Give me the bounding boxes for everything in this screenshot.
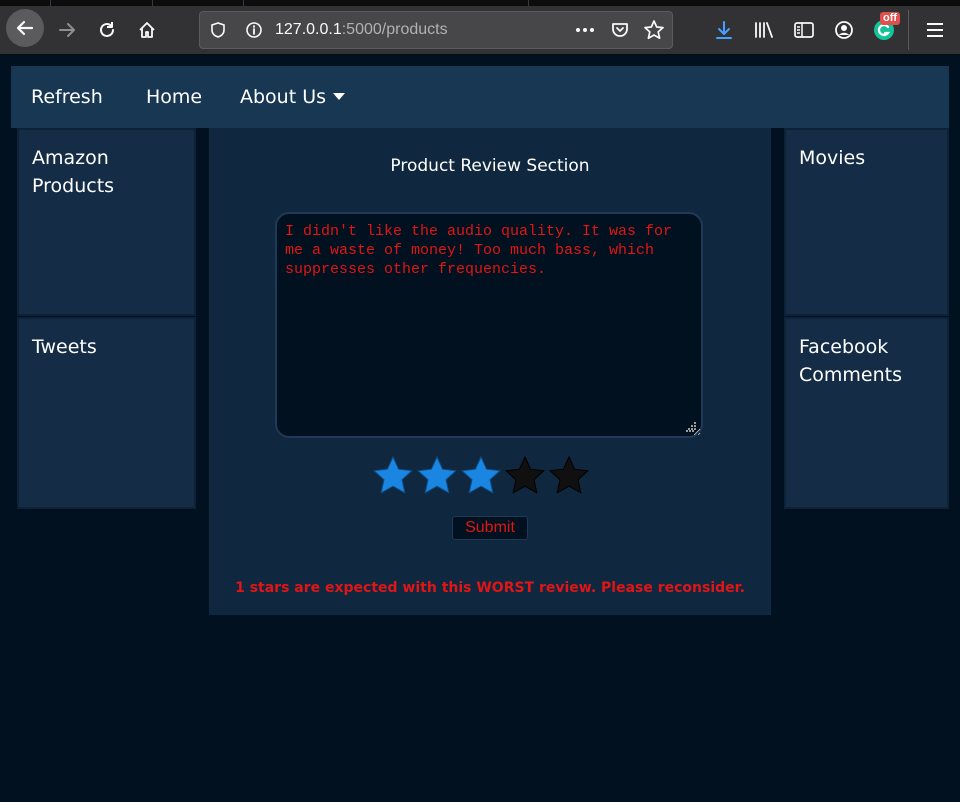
star-rating[interactable] [371,454,591,498]
url-bar[interactable]: 127.0.0.1:5000/products [199,11,673,49]
account-button[interactable] [832,18,856,42]
home-icon [139,22,155,38]
star-icon-2[interactable] [415,454,459,498]
account-icon [835,21,853,39]
info-icon [246,22,262,38]
download-icon [716,21,732,39]
side-title-tweets: Tweets [32,336,97,358]
side-panel-facebook[interactable]: Facebook Comments [784,317,949,509]
rating-warning: 1 stars are expected with this WORST rev… [235,580,745,596]
star-icon-5[interactable] [547,454,591,498]
star-icon[interactable] [643,19,665,41]
side-panel-amazon[interactable]: Amazon Products [17,128,196,316]
forward-arrow-icon [59,23,75,37]
caret-down-icon [333,93,346,100]
menu-icon [927,23,943,37]
url-host: 127.0.0.1 [275,21,342,38]
url-text[interactable]: 127.0.0.1:5000/products [275,21,448,39]
star-icon-4[interactable] [503,454,547,498]
more-icon[interactable] [574,21,596,39]
reload-icon [100,22,114,37]
back-button[interactable] [6,9,44,47]
review-textarea[interactable]: I didn't like the audio quality. It was … [275,212,703,438]
review-title: Product Review Section [390,156,590,176]
sidebar-icon [794,22,814,38]
home-button[interactable] [135,18,159,42]
side-title-movies: Movies [799,147,866,169]
resize-grip-icon[interactable] [686,422,696,432]
review-section: Product Review Section I didn't like the… [209,128,771,615]
menu-button[interactable] [923,18,947,42]
top-navbar: Refresh Home About Us [11,66,949,128]
page-viewport: Refresh Home About Us Amazon Products Tw… [0,55,960,802]
side-panel-movies[interactable]: Movies [784,128,949,316]
extension-badge: off [880,12,901,25]
side-title-amazon: Amazon Products [32,147,115,197]
library-icon [755,22,773,38]
nav-refresh[interactable]: Refresh [31,86,103,108]
star-icon-3[interactable] [459,454,503,498]
review-text: I didn't like the audio quality. It was … [285,223,673,278]
forward-button[interactable] [55,18,79,42]
shield-icon [211,22,225,38]
reload-button[interactable] [95,18,119,42]
submit-button[interactable]: Submit [452,516,528,540]
nav-about-label: About Us [240,86,327,108]
sidebar-button[interactable] [792,18,816,42]
toolbar-divider [908,10,909,50]
side-title-facebook: Facebook Comments [799,336,902,386]
pocket-icon[interactable] [610,20,630,40]
url-path: :5000/products [341,21,448,38]
download-button[interactable] [712,18,736,42]
side-panel-tweets[interactable]: Tweets [17,317,196,509]
library-button[interactable] [752,18,776,42]
browser-toolbar: 127.0.0.1:5000/products off [0,6,960,55]
nav-about-us[interactable]: About Us [240,86,346,108]
back-arrow-icon [16,20,34,36]
nav-home[interactable]: Home [146,86,202,108]
star-icon-1[interactable] [371,454,415,498]
